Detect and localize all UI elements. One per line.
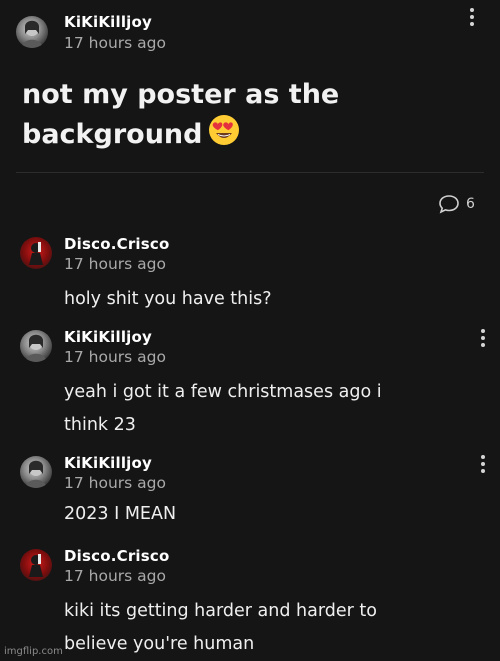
person-icon xyxy=(29,554,43,577)
comment-menu-button[interactable] xyxy=(476,453,490,475)
commenter-name[interactable]: Disco.Crisco xyxy=(64,547,170,565)
comment-body: yeah i got it a few christmases ago i th… xyxy=(64,376,464,442)
comment-text-line-2: think 23 xyxy=(64,415,136,435)
person-icon xyxy=(21,20,43,48)
dot-icon xyxy=(481,329,485,333)
commenter-avatar[interactable] xyxy=(20,456,52,488)
commenter-avatar[interactable] xyxy=(20,237,52,269)
comment-count-value: 6 xyxy=(466,196,475,212)
post-divider xyxy=(16,172,484,173)
comment-text: holy shit you have this? xyxy=(64,289,272,309)
comment-body: holy shit you have this? xyxy=(64,283,464,316)
author-avatar[interactable] xyxy=(16,16,48,48)
watermark: imgflip.com xyxy=(4,646,63,657)
dot-icon xyxy=(470,15,474,19)
dot-icon xyxy=(481,336,485,340)
dot-icon xyxy=(470,22,474,26)
post-title-line: not my poster as the xyxy=(22,79,340,110)
commenter-name[interactable]: Disco.Crisco xyxy=(64,235,170,253)
post-title-line-2: background xyxy=(22,114,462,157)
commenter-name[interactable]: KiKiKilljoy xyxy=(64,328,152,346)
person-icon xyxy=(25,334,47,362)
comment-count-button[interactable]: 6 xyxy=(438,193,475,215)
speech-bubble-icon xyxy=(439,195,459,214)
comment-body: kiki its getting harder and harder to be… xyxy=(64,595,464,661)
post-header: KiKiKilljoy 17 hours ago xyxy=(16,8,484,58)
commenter-avatar[interactable] xyxy=(20,330,52,362)
comment-text: yeah i got it a few christmases ago i xyxy=(64,382,382,402)
commenter-name[interactable]: KiKiKilljoy xyxy=(64,454,152,472)
person-icon xyxy=(29,242,43,265)
dot-icon xyxy=(481,462,485,466)
post-title: not my poster as the background xyxy=(22,76,462,157)
comment-menu-button[interactable] xyxy=(476,327,490,349)
post-timestamp: 17 hours ago xyxy=(64,34,166,52)
heart-eyes-emoji-icon xyxy=(208,114,240,157)
person-icon xyxy=(25,460,47,488)
commenter-avatar[interactable] xyxy=(20,549,52,581)
comment-body: 2023 I MEAN xyxy=(64,498,464,531)
dot-icon xyxy=(481,343,485,347)
comment-text: 2023 I MEAN xyxy=(64,504,177,524)
comment-timestamp: 17 hours ago xyxy=(64,474,166,492)
dot-icon xyxy=(481,469,485,473)
dot-icon xyxy=(481,455,485,459)
comment-timestamp: 17 hours ago xyxy=(64,348,166,366)
post-title-text: background xyxy=(22,119,203,150)
comment-timestamp: 17 hours ago xyxy=(64,567,166,585)
post-author-name[interactable]: KiKiKilljoy xyxy=(64,13,152,31)
comment-text: kiki its getting harder and harder to xyxy=(64,601,377,621)
comment-text-line-2: believe you're human xyxy=(64,634,255,654)
comment-timestamp: 17 hours ago xyxy=(64,255,166,273)
dot-icon xyxy=(470,8,474,12)
post-menu-button[interactable] xyxy=(465,6,479,28)
